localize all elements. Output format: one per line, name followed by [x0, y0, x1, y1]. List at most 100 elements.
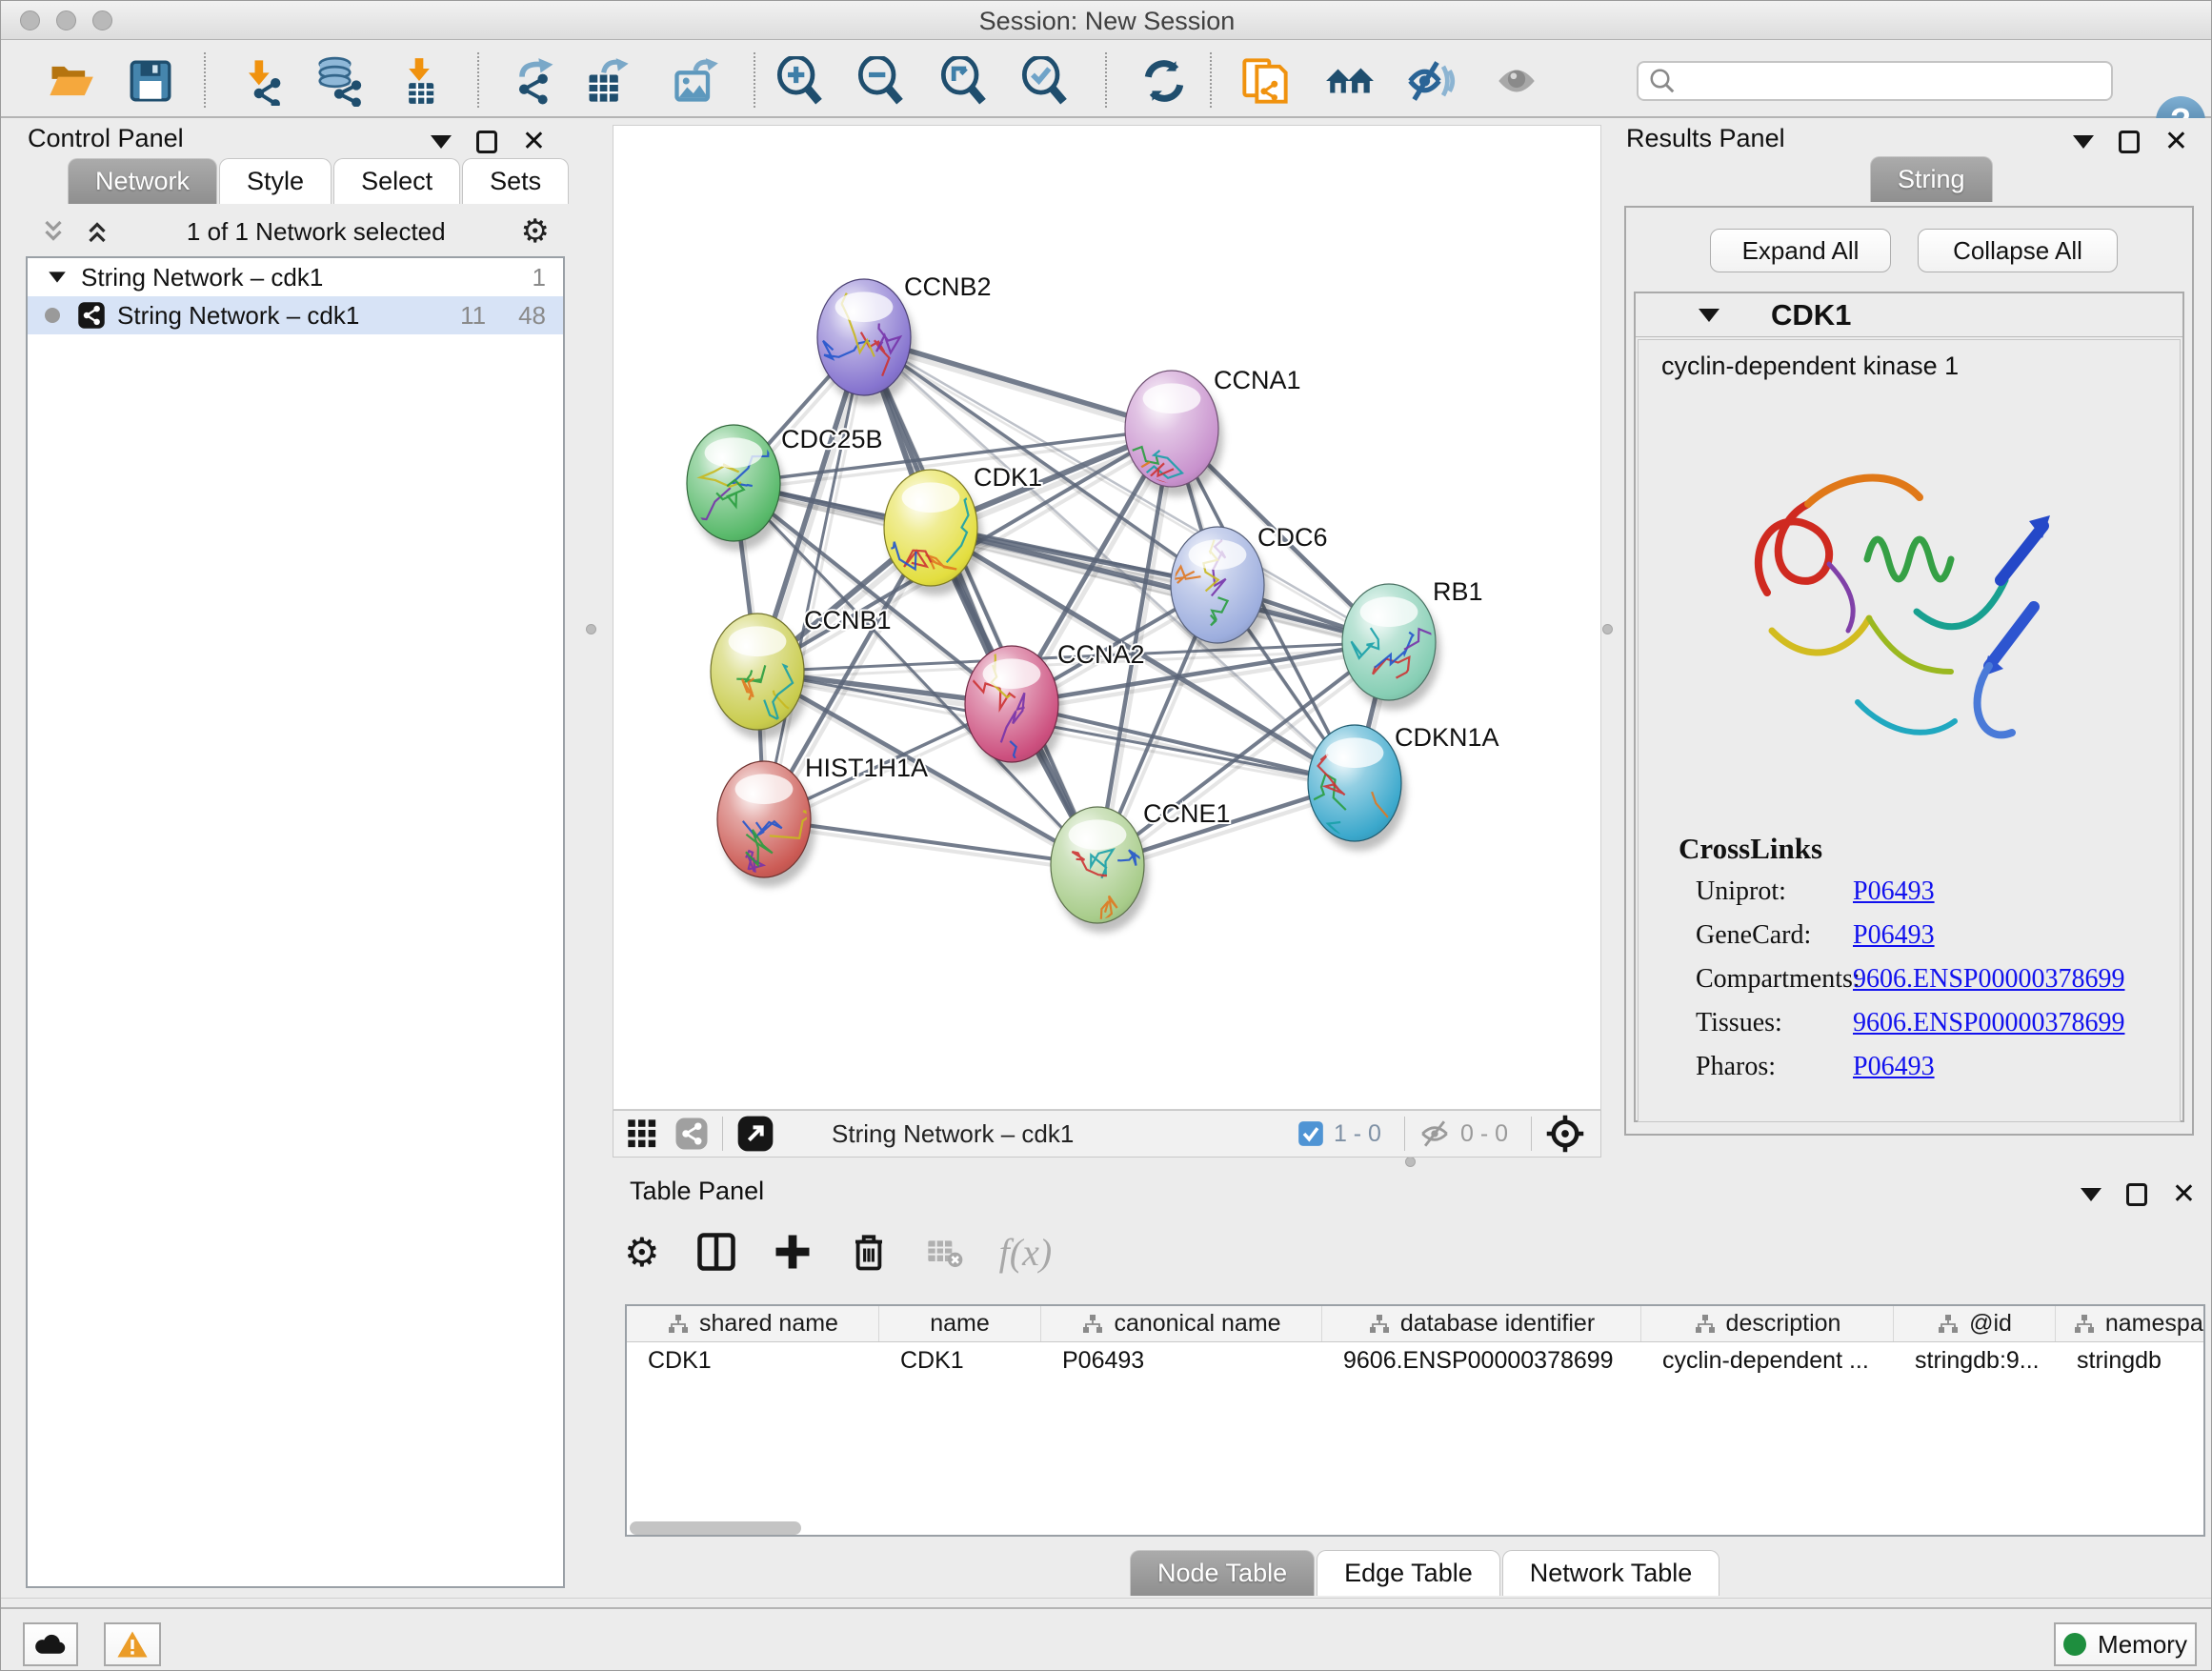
show-columns-icon[interactable]: [696, 1232, 736, 1272]
hide-selected-button[interactable]: [1403, 53, 1458, 109]
crosslink-value-link[interactable]: P06493: [1853, 920, 1935, 951]
tab-edge-table[interactable]: Edge Table: [1317, 1550, 1500, 1596]
memory-button[interactable]: Memory: [2054, 1622, 2197, 1666]
expand-all-button[interactable]: Expand All: [1710, 229, 1891, 272]
fit-content-crosshair-icon[interactable]: [1545, 1114, 1585, 1154]
warnings-button[interactable]: [104, 1622, 161, 1666]
close-panel-icon[interactable]: ✕: [2172, 1180, 2196, 1209]
tab-network[interactable]: Network: [68, 158, 217, 204]
float-panel-icon[interactable]: [476, 131, 497, 153]
column-header-shared-name[interactable]: shared name: [627, 1306, 879, 1341]
float-panel-icon[interactable]: [2119, 131, 2140, 153]
node-CCNE1[interactable]: CCNE1: [1051, 799, 1231, 933]
search-input[interactable]: [1677, 67, 2101, 95]
protein-structure-image: [1715, 416, 2096, 816]
search-field[interactable]: [1637, 61, 2113, 101]
expand-all-chevron-icon[interactable]: [83, 217, 111, 246]
table-settings-gear-icon[interactable]: ⚙: [624, 1229, 660, 1276]
results-panel: Results Panel ✕ String Expand All Collap…: [1613, 118, 2205, 1149]
string-network-badge-icon[interactable]: [674, 1117, 709, 1151]
open-in-window-icon[interactable]: [736, 1115, 774, 1153]
export-table-icon: [583, 56, 633, 106]
birds-eye-grid-icon[interactable]: [627, 1118, 657, 1149]
clone-network-button[interactable]: [1237, 53, 1293, 109]
open-session-button[interactable]: [43, 53, 98, 109]
network-graph[interactable]: CCNB2CCNA1CDC25BCDK1CDC6RB1CCNB1CCNA2CDK…: [613, 126, 1600, 1109]
entry-expander-icon[interactable]: [1699, 309, 1719, 322]
collection-expander-icon[interactable]: [49, 272, 66, 282]
app-window: Session: New Session: [0, 0, 2212, 1671]
column-header-namespace[interactable]: namespace: [2056, 1306, 2205, 1341]
column-header-name[interactable]: name: [879, 1306, 1041, 1341]
tab-select[interactable]: Select: [333, 158, 460, 204]
tab-node-table[interactable]: Node Table: [1130, 1550, 1315, 1596]
column-header--id[interactable]: @id: [1894, 1306, 2056, 1341]
column-header-description[interactable]: description: [1641, 1306, 1894, 1341]
panel-menu-icon[interactable]: [431, 135, 452, 149]
node-CDKN1A[interactable]: CDKN1A: [1306, 723, 1498, 851]
zoom-fit-button[interactable]: [936, 53, 992, 109]
crosslink-row: Uniprot:P06493: [1696, 870, 2153, 914]
export-table-button[interactable]: [580, 53, 635, 109]
column-header-label: name: [930, 1310, 990, 1338]
zoom-out-button[interactable]: [854, 53, 909, 109]
zoom-selected-button[interactable]: [1017, 53, 1073, 109]
crosslink-value-link[interactable]: P06493: [1853, 876, 1935, 907]
add-column-plus-icon[interactable]: [773, 1232, 813, 1272]
zoom-selected-icon: [1020, 56, 1070, 106]
tab-string[interactable]: String: [1870, 156, 1993, 202]
float-panel-icon[interactable]: [2126, 1183, 2147, 1206]
crosslink-value-link[interactable]: P06493: [1853, 1052, 1935, 1082]
table-row[interactable]: CDK1CDK1P064939606.ENSP00000378699cyclin…: [627, 1342, 2203, 1379]
vertical-splitter-handle[interactable]: [586, 624, 596, 634]
node-entry-header[interactable]: CDK1: [1636, 293, 2182, 337]
attribute-tree-icon: [1694, 1313, 1717, 1336]
node-CDC6[interactable]: CDC6: [1171, 523, 1328, 653]
collapse-all-chevron-icon[interactable]: [39, 217, 68, 246]
toolbar-separator: [722, 1117, 723, 1151]
show-all-button[interactable]: [1489, 53, 1544, 109]
network-collection-row[interactable]: String Network – cdk1 1: [28, 258, 563, 296]
gear-icon[interactable]: ⚙: [521, 212, 550, 251]
node-HIST1H1A[interactable]: HIST1H1A: [717, 754, 928, 887]
panel-menu-icon[interactable]: [2081, 1188, 2101, 1201]
save-session-button[interactable]: [123, 53, 178, 109]
node-label: CCNB2: [904, 272, 992, 301]
crosslink-value-link[interactable]: 9606.ENSP00000378699: [1853, 964, 2124, 995]
export-image-button[interactable]: [668, 53, 723, 109]
zoom-in-button[interactable]: [773, 53, 828, 109]
vertical-splitter-handle[interactable]: [1602, 624, 1613, 634]
column-header-canonical-name[interactable]: canonical name: [1041, 1306, 1322, 1341]
import-network-database-button[interactable]: [312, 53, 367, 109]
delete-trash-icon[interactable]: [849, 1232, 889, 1272]
export-network-button[interactable]: [507, 53, 562, 109]
table-cell: cyclin-dependent ...: [1641, 1342, 1894, 1379]
home-button[interactable]: [1322, 53, 1377, 109]
tab-network-table[interactable]: Network Table: [1502, 1550, 1720, 1596]
apply-layout-button[interactable]: [1136, 53, 1192, 109]
import-table-file-button[interactable]: [392, 53, 447, 109]
table-horizontal-scrollbar[interactable]: [630, 1521, 801, 1535]
crosslinks-list: Uniprot:P06493GeneCard:P06493Compartment…: [1696, 870, 2153, 1089]
search-icon: [1648, 67, 1677, 95]
import-network-file-button[interactable]: [233, 53, 289, 109]
close-panel-icon[interactable]: ✕: [522, 128, 546, 156]
column-header-database-identifier[interactable]: database identifier: [1322, 1306, 1641, 1341]
edge[interactable]: [864, 337, 1097, 865]
horizontal-splitter-handle[interactable]: [1405, 1157, 1416, 1167]
tab-sets[interactable]: Sets: [462, 158, 569, 204]
network-row[interactable]: String Network – cdk1 11 48: [28, 296, 563, 334]
close-panel-icon[interactable]: ✕: [2164, 128, 2188, 156]
node-CCNB2[interactable]: CCNB2: [817, 272, 992, 405]
selected-checkbox-icon[interactable]: [1297, 1120, 1324, 1147]
crosslink-value-link[interactable]: 9606.ENSP00000378699: [1853, 1008, 2124, 1038]
collapse-all-button[interactable]: Collapse All: [1918, 229, 2118, 272]
node-table[interactable]: shared name name canonical namedatabase id…: [625, 1304, 2205, 1537]
node-RB1[interactable]: RB1: [1342, 577, 1483, 710]
panel-menu-icon[interactable]: [2073, 135, 2094, 149]
string-results-box: Expand All Collapse All CDK1 cyclin-depe…: [1624, 206, 2194, 1136]
cloud-status-button[interactable]: [23, 1622, 78, 1666]
tab-style[interactable]: Style: [219, 158, 332, 204]
copy-document-icon: [1240, 56, 1290, 106]
network-canvas[interactable]: CCNB2CCNA1CDC25BCDK1CDC6RB1CCNB1CCNA2CDK…: [613, 125, 1601, 1110]
